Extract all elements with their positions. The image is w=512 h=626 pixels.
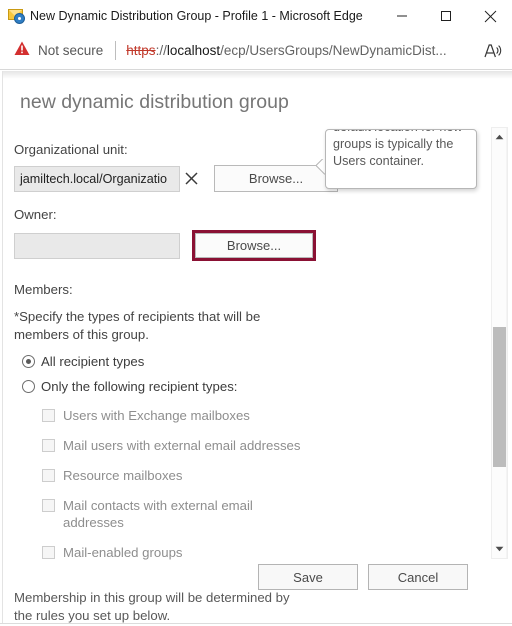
vertical-scrollbar[interactable] <box>491 127 508 559</box>
members-instruction: *Specify the types of recipients that wi… <box>14 309 261 342</box>
checkbox-label: Mail contacts with external email addres… <box>63 498 253 530</box>
page-title: new dynamic distribution group <box>20 91 289 113</box>
url-separator: :// <box>155 43 167 58</box>
checkbox-icon <box>42 469 55 482</box>
checkbox-icon <box>42 409 55 422</box>
membership-note: Membership in this group will be determi… <box>14 590 290 623</box>
scrollbar-track-edge <box>506 128 507 558</box>
radio-label: All recipient types <box>41 354 145 369</box>
checkbox-mail-enabled-groups[interactable]: Mail-enabled groups <box>42 544 474 561</box>
checkbox-mail-contacts-external-email[interactable]: Mail contacts with external email addres… <box>42 497 474 531</box>
checkbox-users-with-exchange-mailboxes[interactable]: Users with Exchange mailboxes <box>42 407 474 424</box>
checkbox-label: Resource mailboxes <box>63 468 183 483</box>
clear-x-icon[interactable] <box>180 166 202 192</box>
address-bar[interactable]: Not secure https://localhost/ecp/UsersGr… <box>0 32 512 70</box>
url-path: /ecp/UsersGroups/NewDynamicDist... <box>220 43 447 58</box>
title-bar: New Dynamic Distribution Group - Profile… <box>0 0 512 32</box>
maximize-icon[interactable] <box>424 0 468 32</box>
url-text[interactable]: https://localhost/ecp/UsersGroups/NewDyn… <box>126 43 474 58</box>
dialog-form: Organizational unit: jamiltech.local/Org… <box>14 141 474 625</box>
owner-row: Browse... <box>14 230 474 261</box>
close-icon[interactable] <box>468 0 512 32</box>
radio-button-filled-icon <box>22 355 35 368</box>
scroll-down-arrow-icon[interactable] <box>492 541 507 557</box>
tooltip-callout: default location for new groups is typic… <box>325 129 477 189</box>
security-status-label[interactable]: Not secure <box>38 43 103 58</box>
checkbox-label: Mail users with external email addresses <box>63 438 301 453</box>
read-aloud-icon[interactable] <box>474 43 512 59</box>
warning-triangle-icon <box>14 41 30 61</box>
radio-button-empty-icon <box>22 380 35 393</box>
radio-all-recipient-types[interactable]: All recipient types <box>22 354 474 369</box>
owner-browse-button[interactable]: Browse... <box>195 233 313 258</box>
org-unit-value: jamiltech.local/Organizatio <box>20 171 167 186</box>
members-label: Members: <box>14 282 73 297</box>
dialog-footer: Save Cancel <box>0 564 484 590</box>
checkbox-icon <box>42 499 55 512</box>
radio-only-following-recipient-types[interactable]: Only the following recipient types: <box>22 379 474 394</box>
url-scheme: https <box>126 43 156 58</box>
window-controls <box>380 0 512 32</box>
top-shadow <box>0 71 512 79</box>
checkbox-mail-users-external-email[interactable]: Mail users with external email addresses <box>42 437 474 454</box>
checkbox-label: Mail-enabled groups <box>63 545 183 560</box>
checkbox-resource-mailboxes[interactable]: Resource mailboxes <box>42 467 474 484</box>
cancel-button[interactable]: Cancel <box>368 564 468 590</box>
owner-input[interactable] <box>14 232 180 259</box>
tooltip-text: default location for new groups is typic… <box>333 130 463 168</box>
checkbox-label: Users with Exchange mailboxes <box>63 408 250 423</box>
radio-label: Only the following recipient types: <box>41 379 238 394</box>
scroll-up-arrow-icon[interactable] <box>492 129 507 145</box>
owner-label: Owner: <box>14 207 57 222</box>
owner-browse-highlight: Browse... <box>192 230 316 261</box>
exchange-admin-envelope-gear-icon <box>0 0 30 32</box>
save-button[interactable]: Save <box>258 564 358 590</box>
browser-window: New Dynamic Distribution Group - Profile… <box>0 0 512 626</box>
minimize-icon[interactable] <box>380 0 424 32</box>
url-host: localhost <box>166 43 221 58</box>
dialog-page: new dynamic distribution group Organizat… <box>0 71 512 626</box>
scrollbar-thumb[interactable] <box>493 327 506 467</box>
left-edge <box>0 71 3 626</box>
window-title: New Dynamic Distribution Group - Profile… <box>30 9 363 23</box>
address-divider <box>115 41 117 60</box>
org-unit-input[interactable]: jamiltech.local/Organizatio <box>14 165 180 192</box>
checkbox-icon <box>42 546 55 559</box>
checkbox-icon <box>42 439 55 452</box>
